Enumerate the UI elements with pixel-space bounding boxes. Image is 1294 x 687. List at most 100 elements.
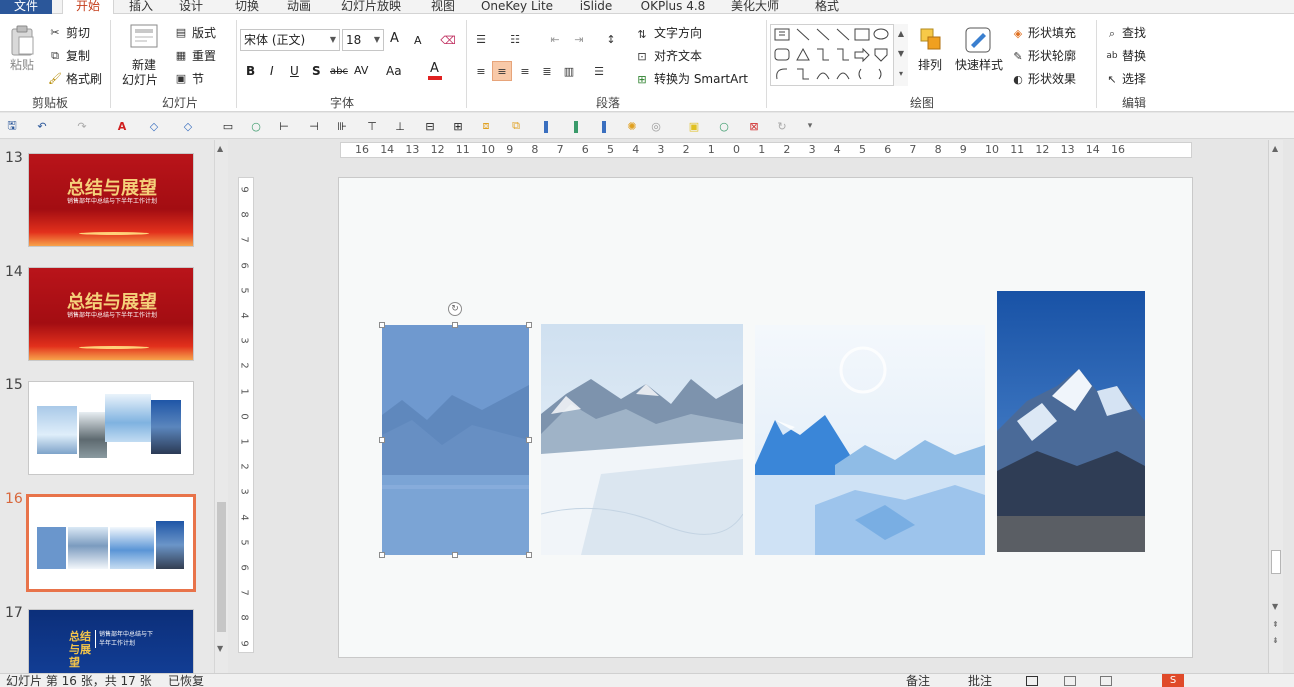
strikethrough-button[interactable]: abc [330,65,348,79]
resize-handle-e[interactable] [526,437,532,443]
align-bottom-icon[interactable]: ⊥ [392,118,408,134]
shadow-button[interactable]: S [312,64,321,78]
oval-icon[interactable]: ○ [248,118,264,134]
find-icon[interactable]: ⌕ [1104,25,1120,41]
previous-slide-icon[interactable]: ⇞ [1272,620,1279,629]
ungroup-icon[interactable]: ⧉ [508,118,524,134]
tab-onekey-lite[interactable]: OneKey Lite [476,0,558,14]
tab-animations[interactable]: 动画 [278,0,320,14]
slide-canvas[interactable]: ↻ [338,177,1193,658]
resize-handle-s[interactable] [452,552,458,558]
bold-button[interactable]: B [246,64,255,78]
copy-icon[interactable]: ⧉ [48,48,62,62]
replace-icon[interactable]: ab [1104,48,1120,64]
tab-transitions[interactable]: 切换 [226,0,268,14]
select-button[interactable]: 选择 [1122,72,1146,86]
slide-thumbnail-16[interactable] [26,494,196,592]
tab-okplus[interactable]: OKPlus 4.8 [634,0,712,14]
align-text-icon[interactable]: ⊡ [634,48,650,64]
reset-button[interactable]: 重置 [192,49,216,63]
tab-file[interactable]: 文件 [0,0,52,14]
scroll-thumb[interactable] [217,502,226,632]
shape-outline-qat-icon[interactable]: ◇ [180,118,196,134]
paste-icon[interactable] [8,24,38,58]
resize-handle-n[interactable] [452,322,458,328]
char-spacing-button[interactable]: AV [354,64,368,78]
justify-icon[interactable]: ≣ [538,64,556,78]
align-right-qat-icon[interactable]: ⊣ [306,118,322,134]
reset-icon[interactable]: ▦ [174,48,188,62]
cut-icon[interactable]: ✂ [48,25,62,39]
columns-icon[interactable]: ☰ [590,64,608,78]
tab-slideshow[interactable]: 幻灯片放映 [334,0,408,14]
layout-icon[interactable]: ▤ [174,25,188,39]
align-center-icon[interactable]: ≡ [492,61,512,81]
new-slide-label[interactable]: 新建 [132,58,156,72]
italic-button[interactable]: I [270,64,274,78]
align-top-icon[interactable]: ⊤ [364,118,380,134]
font-size-select[interactable]: 18 ▼ [342,29,384,51]
scroll-down-icon[interactable]: ▼ [1272,602,1278,611]
increase-indent-icon[interactable]: ⇥ [570,32,588,46]
oval2-icon[interactable]: ○ [716,118,732,134]
merge-shapes-icon[interactable]: ◎ [648,118,664,134]
customize-qat-icon[interactable]: ▾ [802,118,818,134]
change-case-button[interactable]: Aa [386,64,402,78]
text-direction-button[interactable]: 文字方向 [654,26,702,40]
convert-smartart-button[interactable]: 转换为 SmartArt [654,72,748,86]
photo-blue-mountain[interactable] [997,291,1145,552]
font-name-select[interactable]: 宋体 (正文) ▼ [240,29,340,51]
color-bar-blue-icon[interactable] [544,121,548,133]
font-color-button[interactable]: A [430,62,439,76]
scroll-up-icon[interactable]: ▲ [217,144,223,153]
format-painter-button[interactable]: 格式刷 [66,72,102,86]
arrange-icon[interactable] [918,26,944,54]
resize-handle-w[interactable] [379,437,385,443]
scroll-thumb[interactable] [1271,550,1281,574]
color-bar-green-icon[interactable] [574,121,578,133]
slide-thumbnail-17[interactable]: 总结与展望 销售部年中总结与下半年工作计划 [28,609,194,679]
next-slide-icon[interactable]: ⇟ [1272,636,1279,645]
shape-fill-icon[interactable]: ◈ [1010,25,1026,41]
shapes-gallery[interactable] [770,24,908,86]
align-left-qat-icon[interactable]: ⊢ [276,118,292,134]
cut-button[interactable]: 剪切 [66,26,90,40]
rotate-icon[interactable]: ↻ [774,118,790,134]
undo-icon[interactable]: ↶ [34,118,50,134]
resize-handle-ne[interactable] [526,322,532,328]
section-button[interactable]: 节 [192,72,204,86]
shapes-gallery-scroll[interactable]: ▲ ▼ ▾ [893,24,908,86]
quick-styles-button[interactable]: 快速样式 [955,58,1003,72]
slide-thumbnail-14[interactable]: 总结与展望 销售部年中总结与下半年工作计划 [28,267,194,361]
bullets-icon[interactable]: ☰ [472,32,490,46]
comments-button[interactable]: 批注 [968,674,992,687]
select-icon[interactable]: ↖ [1104,71,1120,87]
align-text-button[interactable]: 对齐文本 [654,49,702,63]
distribute-h-icon[interactable]: ⊪ [334,118,350,134]
align-left-icon[interactable]: ≡ [472,64,490,78]
smartart-icon[interactable]: ⊞ [634,71,650,87]
rotate-handle-icon[interactable]: ↻ [448,302,462,316]
tab-format[interactable]: 格式 [806,0,848,14]
layout-button[interactable]: 版式 [192,26,216,40]
distributed-icon[interactable]: ▥ [560,64,578,78]
copy-button[interactable]: 复制 [66,49,90,63]
shape-outline-button[interactable]: 形状轮廓 [1028,49,1076,63]
photo-glacier[interactable] [755,325,985,555]
reading-view-icon[interactable] [1100,676,1112,686]
replace-button[interactable]: 替换 [1122,49,1146,63]
shape-fill-qat-icon[interactable]: ◇ [146,118,162,134]
slide-thumbnail-15[interactable] [28,381,194,475]
tab-meihua[interactable]: 美化大师 [724,0,786,14]
shrink-font-button[interactable]: A [414,34,422,48]
align-right-icon[interactable]: ≡ [516,64,534,78]
color-bar-blue2-icon[interactable] [602,121,606,133]
resize-handle-nw[interactable] [379,322,385,328]
clear-format-icon[interactable]: ⌫ [440,32,456,48]
paste-label[interactable]: 粘贴 [10,58,34,72]
sorter-view-icon[interactable] [1064,676,1076,686]
tab-design[interactable]: 设计 [170,0,212,14]
tab-home[interactable]: 开始 [62,0,114,15]
new-slide-icon[interactable] [128,22,160,52]
line-spacing-icon[interactable]: ↕ [602,32,620,46]
